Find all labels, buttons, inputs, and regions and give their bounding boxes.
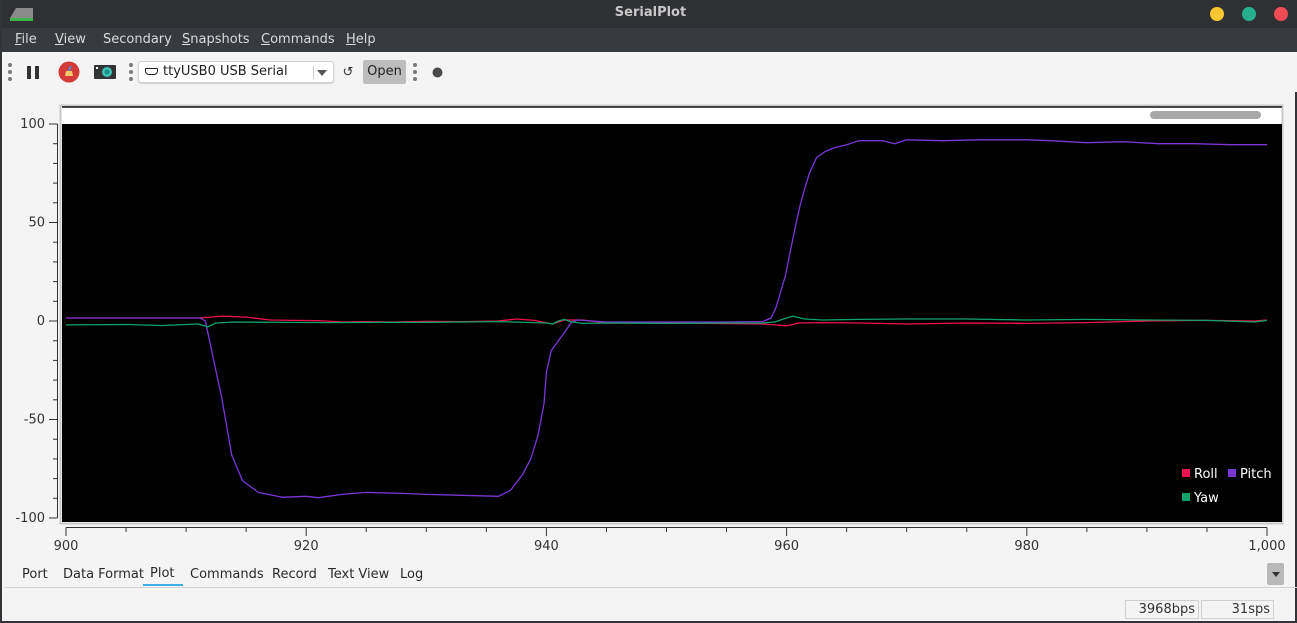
tab-overflow-menu-button[interactable] — [1267, 563, 1284, 585]
toolbar-grip-handle[interactable] — [8, 63, 13, 81]
port-select-divider — [313, 66, 314, 79]
connection-status — [431, 60, 443, 84]
refresh-icon: ↺ — [342, 64, 354, 80]
menu-commands[interactable]: Commands — [261, 32, 335, 47]
pause-icon — [27, 65, 39, 79]
sps-indicator: 31sps — [1201, 600, 1274, 619]
menu-file[interactable]: File — [15, 32, 37, 47]
camera-icon — [94, 65, 116, 79]
menu-secondary[interactable]: Secondary — [103, 32, 172, 47]
port-select[interactable]: ttyUSB0 USB Serial — [138, 61, 334, 83]
menu-commands-mnemonic: C — [261, 32, 271, 47]
status-bar: 3968bps 31sps — [2, 598, 1297, 621]
menu-view-label: iew — [63, 32, 86, 47]
tab-text-view[interactable]: Text View — [328, 567, 389, 582]
x-tick-label: 900 — [54, 539, 79, 554]
menu-help[interactable]: Help — [346, 32, 376, 47]
serial-port-icon — [145, 68, 158, 75]
legend-label-yaw: Yaw — [1193, 491, 1219, 506]
menu-view-mnemonic: V — [55, 32, 64, 47]
y-tick-label: -50 — [24, 413, 45, 428]
menu-snapshots[interactable]: Snapshots — [182, 32, 250, 47]
tab-port[interactable]: Port — [22, 567, 48, 582]
maximize-button[interactable] — [1242, 7, 1256, 21]
toolbar-grip-handle[interactable] — [413, 63, 418, 81]
legend-swatch-roll — [1182, 469, 1190, 477]
menu-help-mnemonic: H — [346, 32, 356, 47]
menu-bar: File View Secondary Snapshots Commands H… — [2, 28, 1297, 52]
tab-data-format[interactable]: Data Format — [63, 567, 144, 582]
toolbar: ttyUSB0 USB Serial ↺ Open — [4, 52, 1297, 92]
app-window: SerialPlot File View Secondary Snapshots… — [0, 0, 1297, 623]
chevron-down-icon[interactable] — [317, 70, 327, 76]
plot-panel: 100 50 0 -50 -100 900 920 940 960 980 1,000 Roll P… — [2, 92, 1297, 562]
broom-clear-icon — [58, 61, 80, 83]
x-tick-label: 1,000 — [1248, 539, 1285, 554]
clear-button[interactable] — [57, 60, 81, 84]
y-tick-label: 50 — [28, 216, 45, 231]
menu-commands-label: ommands — [270, 32, 335, 47]
toolbar-grip-handle[interactable] — [129, 63, 134, 81]
x-tick-label: 980 — [1014, 539, 1039, 554]
menu-file-label: ile — [21, 32, 37, 47]
refresh-ports-button[interactable]: ↺ — [341, 60, 355, 84]
close-button[interactable] — [1274, 7, 1288, 21]
tab-log[interactable]: Log — [400, 567, 423, 582]
menu-view[interactable]: View — [55, 32, 86, 47]
snapshot-button[interactable] — [93, 60, 117, 84]
port-select-value: ttyUSB0 USB Serial — [163, 64, 288, 79]
bps-indicator: 3968bps — [1125, 600, 1199, 619]
open-port-button[interactable]: Open — [363, 60, 406, 84]
plot-chart[interactable]: 100 50 0 -50 -100 900 920 940 960 980 1,000 Roll P… — [2, 92, 1297, 562]
tab-record[interactable]: Record — [272, 567, 317, 582]
connection-status-dot-icon — [432, 67, 442, 77]
x-tick-label: 960 — [774, 539, 799, 554]
menu-secondary-label: Secondary — [103, 32, 172, 47]
y-tick-label: -100 — [15, 511, 45, 526]
legend-label-pitch: Pitch — [1240, 467, 1272, 482]
x-tick-label: 920 — [294, 539, 319, 554]
settings-tab-bar: Port Data Format Plot Commands Record Te… — [4, 562, 1297, 588]
tab-plot[interactable]: Plot — [143, 566, 183, 586]
window-title: SerialPlot — [614, 5, 687, 20]
plot-scrollbar-thumb[interactable] — [1150, 111, 1261, 119]
minimize-button[interactable] — [1210, 7, 1224, 21]
legend-label-roll: Roll — [1194, 467, 1218, 482]
y-tick-label: 0 — [37, 314, 45, 329]
pause-button[interactable] — [24, 60, 42, 84]
title-bar: SerialPlot — [2, 0, 1297, 28]
menu-help-label: elp — [355, 32, 376, 47]
legend-swatch-yaw — [1182, 493, 1190, 501]
tab-commands[interactable]: Commands — [190, 567, 264, 582]
menu-snapshots-label: napshots — [190, 32, 250, 47]
x-tick-label: 940 — [534, 539, 559, 554]
y-tick-label: 100 — [20, 117, 45, 132]
legend-swatch-pitch — [1228, 469, 1236, 477]
